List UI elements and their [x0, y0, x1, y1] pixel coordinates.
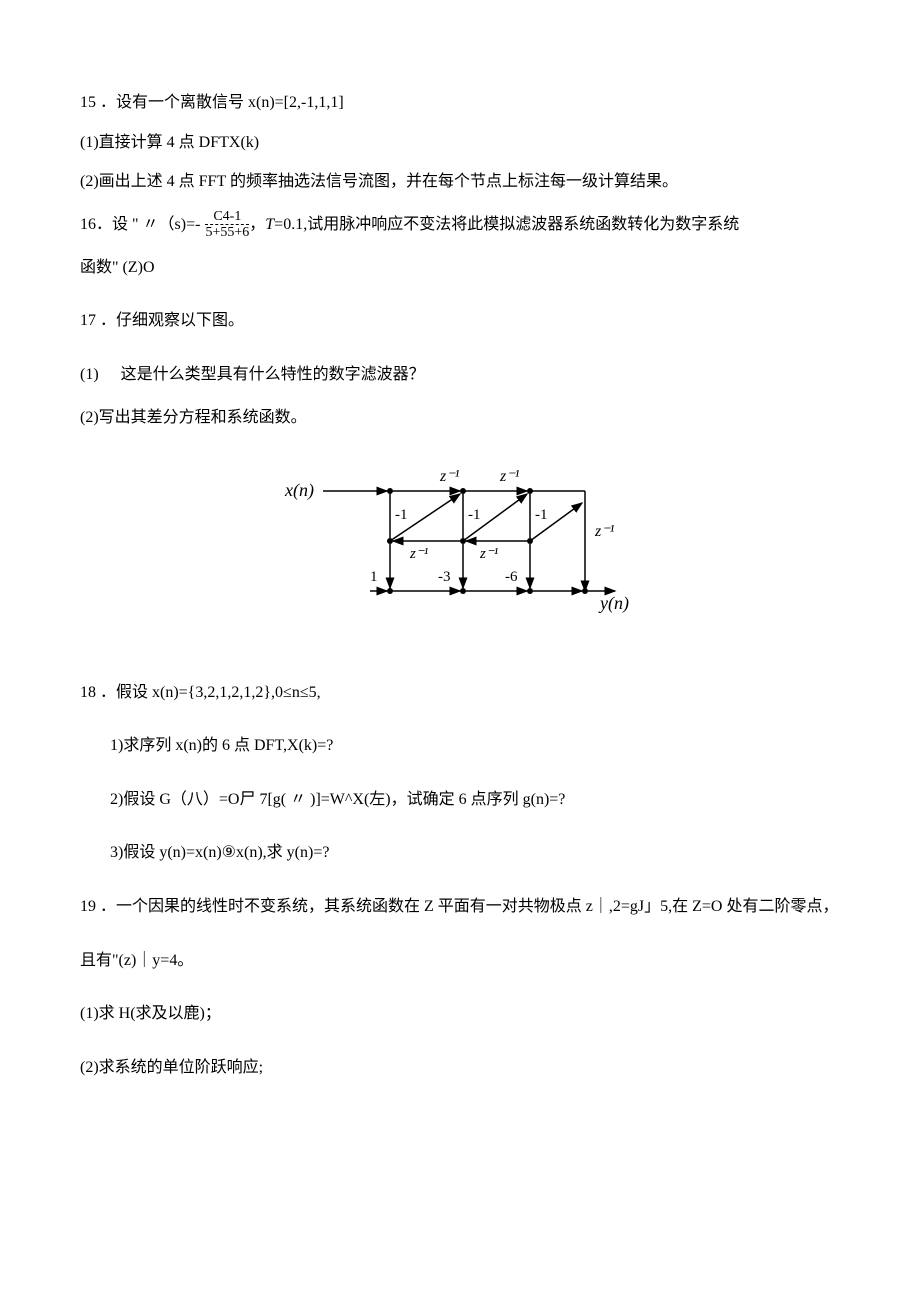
q18-p2: 2)假设 G（八）=O尸 7[g( 〃 )]=W^X(左)，试确定 6 点序列 …: [110, 787, 840, 813]
signal-flow-diagram: x(n) z⁻¹ z⁻¹ z⁻¹ -1 -1 -1 z⁻¹ z⁻: [80, 461, 840, 630]
q19-p4: (2)求系统的单位阶跃响应;: [80, 1055, 840, 1081]
q16-p2: 函数" (Z)O: [80, 255, 840, 281]
q15-p1: (1)直接计算 4 点 DFTX(k): [80, 130, 840, 156]
q15-num: 15: [80, 94, 96, 111]
q19-p3: (1)求 H(求及以鹿)；: [80, 1001, 840, 1027]
figure-z2: z⁻¹: [499, 468, 520, 485]
q18-p1: 1)求序列 x(n)的 6 点 DFT,X(k)=?: [110, 733, 840, 759]
figure-z3: z⁻¹: [594, 523, 615, 540]
figure-yn: y(n): [598, 593, 629, 614]
q18-p3: 3)假设 y(n)=x(n)⑨x(n),求 y(n)=?: [110, 840, 840, 866]
figure-one: 1: [370, 569, 378, 585]
q16-frac-top: C4-1: [205, 209, 249, 224]
q16-pre: ．设 " 〃（s)=-: [96, 216, 200, 233]
q15-p2: (2)画出上述 4 点 FFT 的频率抽选法信号流图，并在每个节点上标注每一级计…: [80, 169, 840, 195]
q16-fraction: C4-1 5+55+6: [200, 209, 249, 241]
q17-p2: (2)写出其差分方程和系统函数。: [80, 405, 840, 431]
q16-post: =0.1,试用脉冲响应不变法将此模拟滤波器系统函数转化为数字系统: [274, 216, 739, 233]
q19-p2: 且有"(z)｜y=4。: [80, 948, 840, 974]
q15-title: ．设有一个离散信号 x(n)=[2,-1,1,1]: [100, 94, 344, 111]
figure-m3: -3: [438, 569, 451, 585]
q17-p1-txt: 这是什么类型具有什么特性的数字滤波器？: [121, 366, 425, 383]
q17-title: ．仔细观察以下图。: [100, 312, 244, 329]
q16-frac-bot: 5+55+6: [205, 225, 249, 240]
q16-num: 16: [80, 216, 96, 233]
figure-z1: z⁻¹: [439, 468, 460, 485]
figure-m1a: -1: [395, 507, 408, 523]
figure-m6: -6: [505, 569, 518, 585]
q17-num: 17: [80, 312, 96, 329]
figure-m1b: -1: [468, 507, 481, 523]
figure-xn: x(n): [284, 480, 314, 501]
q18-title: ．假设 x(n)={3,2,1,2,1,2},0≤n≤5,: [100, 684, 321, 701]
q19-p1: ．一个因果的线性时不变系统，其系统函数在 Z 平面有一对共物极点 z｜,2=gJ…: [100, 898, 838, 915]
q16-T: T: [265, 216, 274, 233]
figure-z4: z⁻¹: [409, 546, 429, 562]
q18-num: 18: [80, 684, 96, 701]
q17-p1-num: (1): [80, 366, 99, 383]
q19-num: 19: [80, 898, 96, 915]
figure-z5: z⁻¹: [479, 546, 499, 562]
figure-m1c: -1: [535, 507, 548, 523]
